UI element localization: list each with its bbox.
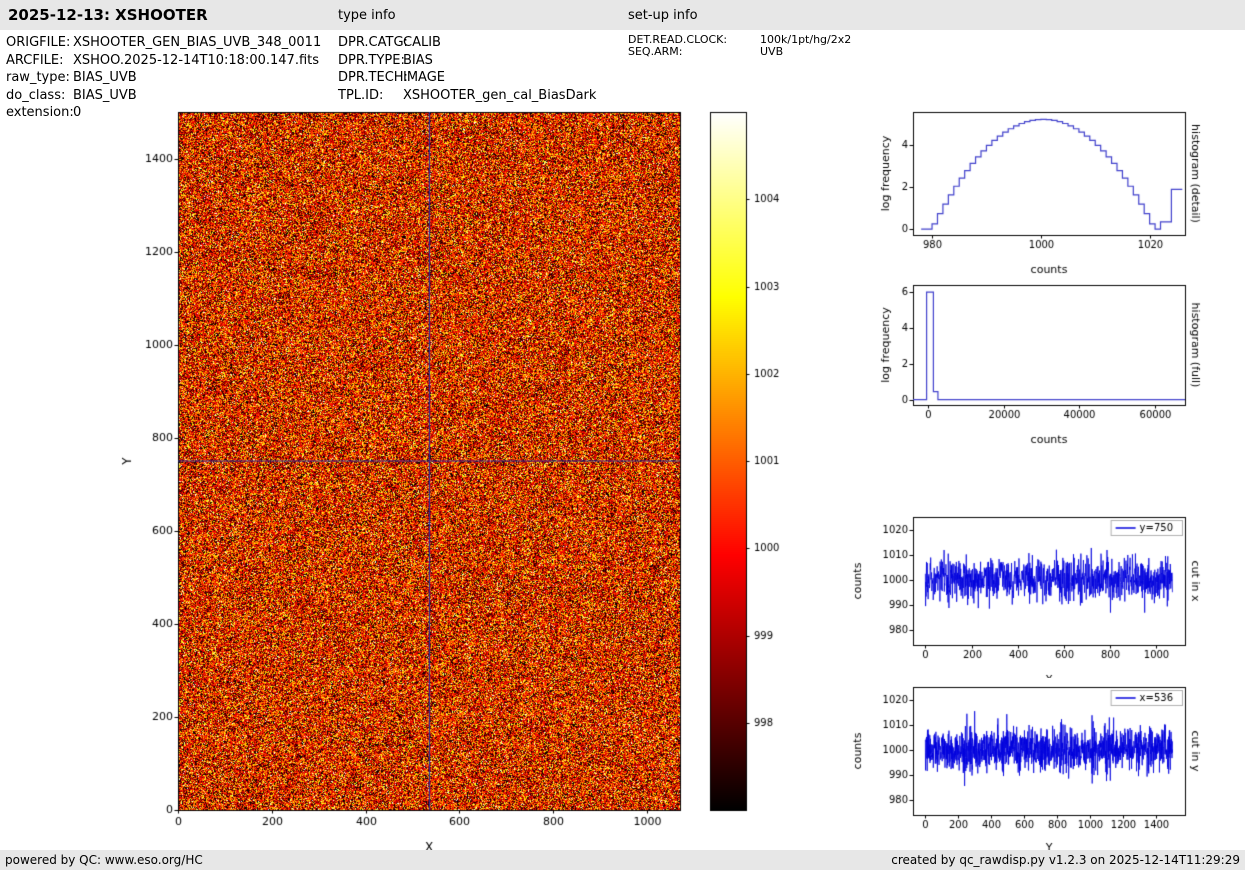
header-bar: 2025-12-13: XSHOOTER type info set-up in… (0, 0, 1245, 30)
meta-label: raw_type: (6, 69, 73, 87)
meta-row-arcfile: ARCFILE:XSHOO.2025-12-14T10:18:00.147.fi… (6, 52, 321, 70)
meta-label: do_class: (6, 87, 73, 105)
bias-image-plot (100, 95, 710, 850)
setup-info-metadata: DET.READ.CLOCK:100k/1pt/hg/2x2 SEQ.ARM:U… (628, 34, 851, 58)
type-info-metadata: DPR.CATG:CALIB DPR.TYPE:BIAS DPR.TECH:IM… (338, 34, 596, 104)
meta-value: XSHOOTER_GEN_BIAS_UVB_348_0011 (73, 35, 321, 50)
meta-label: DPR.TYPE: (338, 52, 403, 70)
meta-value: CALIB (403, 35, 441, 50)
histogram-full-plot (850, 278, 1245, 456)
meta-row-dprtype: DPR.TYPE:BIAS (338, 52, 596, 70)
cut-in-x-plot (850, 510, 1245, 678)
histogram-detail-plot (850, 100, 1245, 278)
meta-row-seqarm: SEQ.ARM:UVB (628, 46, 851, 58)
footer-bar: powered by QC: www.eso.org/HC created by… (0, 850, 1245, 870)
meta-value: IMAGE (403, 70, 445, 85)
footer-right-text: created by qc_rawdisp.py v1.2.3 on 2025-… (891, 850, 1240, 870)
meta-label: extension: (6, 104, 73, 122)
page-title: 2025-12-13: XSHOOTER (8, 6, 208, 24)
type-info-heading: type info (338, 8, 396, 23)
meta-label: DPR.TECH: (338, 69, 403, 87)
meta-label: DPR.CATG: (338, 34, 403, 52)
setup-info-heading: set-up info (628, 8, 698, 23)
meta-row-origfile: ORIGFILE:XSHOOTER_GEN_BIAS_UVB_348_0011 (6, 34, 321, 52)
meta-value: UVB (760, 45, 783, 58)
cut-in-y-plot (850, 678, 1245, 850)
meta-label: ORIGFILE: (6, 34, 73, 52)
meta-label: ARCFILE: (6, 52, 73, 70)
meta-value: XSHOO.2025-12-14T10:18:00.147.fits (73, 53, 319, 68)
meta-row-rawtype: raw_type:BIAS_UVB (6, 69, 321, 87)
meta-row-dprcatg: DPR.CATG:CALIB (338, 34, 596, 52)
meta-row-dprtech: DPR.TECH:IMAGE (338, 69, 596, 87)
qc-report-page: 2025-12-13: XSHOOTER type info set-up in… (0, 0, 1245, 870)
meta-value: 0 (73, 105, 81, 120)
meta-value: BIAS (403, 53, 433, 68)
meta-label: SEQ.ARM: (628, 46, 760, 58)
footer-left-text: powered by QC: www.eso.org/HC (5, 850, 203, 870)
colorbar (700, 95, 800, 825)
meta-value: BIAS_UVB (73, 70, 137, 85)
